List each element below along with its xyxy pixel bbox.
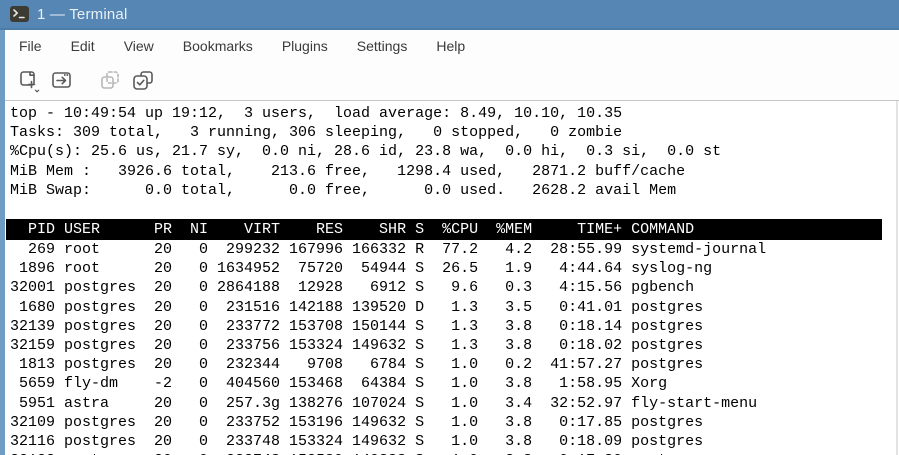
menu-bookmarks[interactable]: Bookmarks xyxy=(178,35,258,57)
top-uptime-line: top - 10:49:54 up 19:12, 3 users, load a… xyxy=(10,105,623,122)
clone-tab-button[interactable] xyxy=(95,66,125,96)
terminal-viewport[interactable]: top - 10:49:54 up 19:12, 3 users, load a… xyxy=(5,100,899,455)
terminal-app-icon xyxy=(10,6,29,22)
new-tab-button[interactable] xyxy=(14,66,44,96)
titlebar[interactable]: 1 — Terminal xyxy=(0,0,899,30)
menu-file[interactable]: File xyxy=(14,35,47,57)
process-row: 1896 root 20 0 1634952 75720 54944 S 26.… xyxy=(10,260,713,278)
copy-selection-button[interactable] xyxy=(128,66,158,96)
process-row: 5951 astra 20 0 257.3g 138276 107024 S 1… xyxy=(10,394,758,412)
top-cpu-line: %Cpu(s): 25.6 us, 21.7 sy, 0.0 ni, 28.6 … xyxy=(10,143,722,161)
scrollbar-track[interactable] xyxy=(896,101,898,455)
menu-help[interactable]: Help xyxy=(431,35,470,57)
process-table-header-band: PID USER PR NI VIRT RES SHR S %CPU %MEM … xyxy=(6,219,882,240)
top-tasks-line: Tasks: 309 total, 3 running, 306 sleepin… xyxy=(10,124,623,142)
process-row: 5659 fly-dm -2 0 404560 153468 64384 S 1… xyxy=(10,375,668,393)
process-row: 32109 postgres 20 0 233752 153196 149632… xyxy=(10,413,704,431)
process-row: 1680 postgres 20 0 231516 142188 139520 … xyxy=(10,298,704,316)
process-row: 32159 postgres 20 0 233756 153324 149632… xyxy=(10,337,704,355)
window-title: 1 — Terminal xyxy=(37,5,128,23)
process-row: 1813 postgres 20 0 232344 9708 6784 S 1.… xyxy=(10,356,704,374)
new-window-button[interactable] xyxy=(47,66,77,96)
process-table: 269 root 20 0 299232 167996 166332 R 77.… xyxy=(10,240,766,455)
top-summary: top - 10:49:54 up 19:12, 3 users, load a… xyxy=(10,104,721,200)
toolbar xyxy=(5,62,899,100)
process-table-header: PID USER PR NI VIRT RES SHR S %CPU %MEM … xyxy=(10,221,695,238)
process-row: 32116 postgres 20 0 233748 153324 149632… xyxy=(10,433,704,451)
menu-view[interactable]: View xyxy=(119,35,159,57)
process-row: 269 root 20 0 299232 167996 166332 R 77.… xyxy=(10,241,767,258)
menu-settings[interactable]: Settings xyxy=(352,35,413,57)
menu-edit[interactable]: Edit xyxy=(66,35,100,57)
process-row: 32001 postgres 20 0 2864188 12928 6912 S… xyxy=(10,279,695,297)
process-row: 32123 postgres 20 0 233748 152580 149888… xyxy=(10,451,766,455)
menu-plugins[interactable]: Plugins xyxy=(277,35,333,57)
top-mem-line: MiB Mem : 3926.6 total, 213.6 free, 1298… xyxy=(10,162,686,180)
terminal-window: 1 — Terminal File Edit View Bookmarks Pl… xyxy=(0,0,899,455)
menubar: File Edit View Bookmarks Plugins Setting… xyxy=(5,30,899,62)
process-row: 32139 postgres 20 0 233772 153708 150144… xyxy=(10,317,704,335)
top-swap-line: MiB Swap: 0.0 total, 0.0 free, 0.0 used.… xyxy=(10,181,677,199)
